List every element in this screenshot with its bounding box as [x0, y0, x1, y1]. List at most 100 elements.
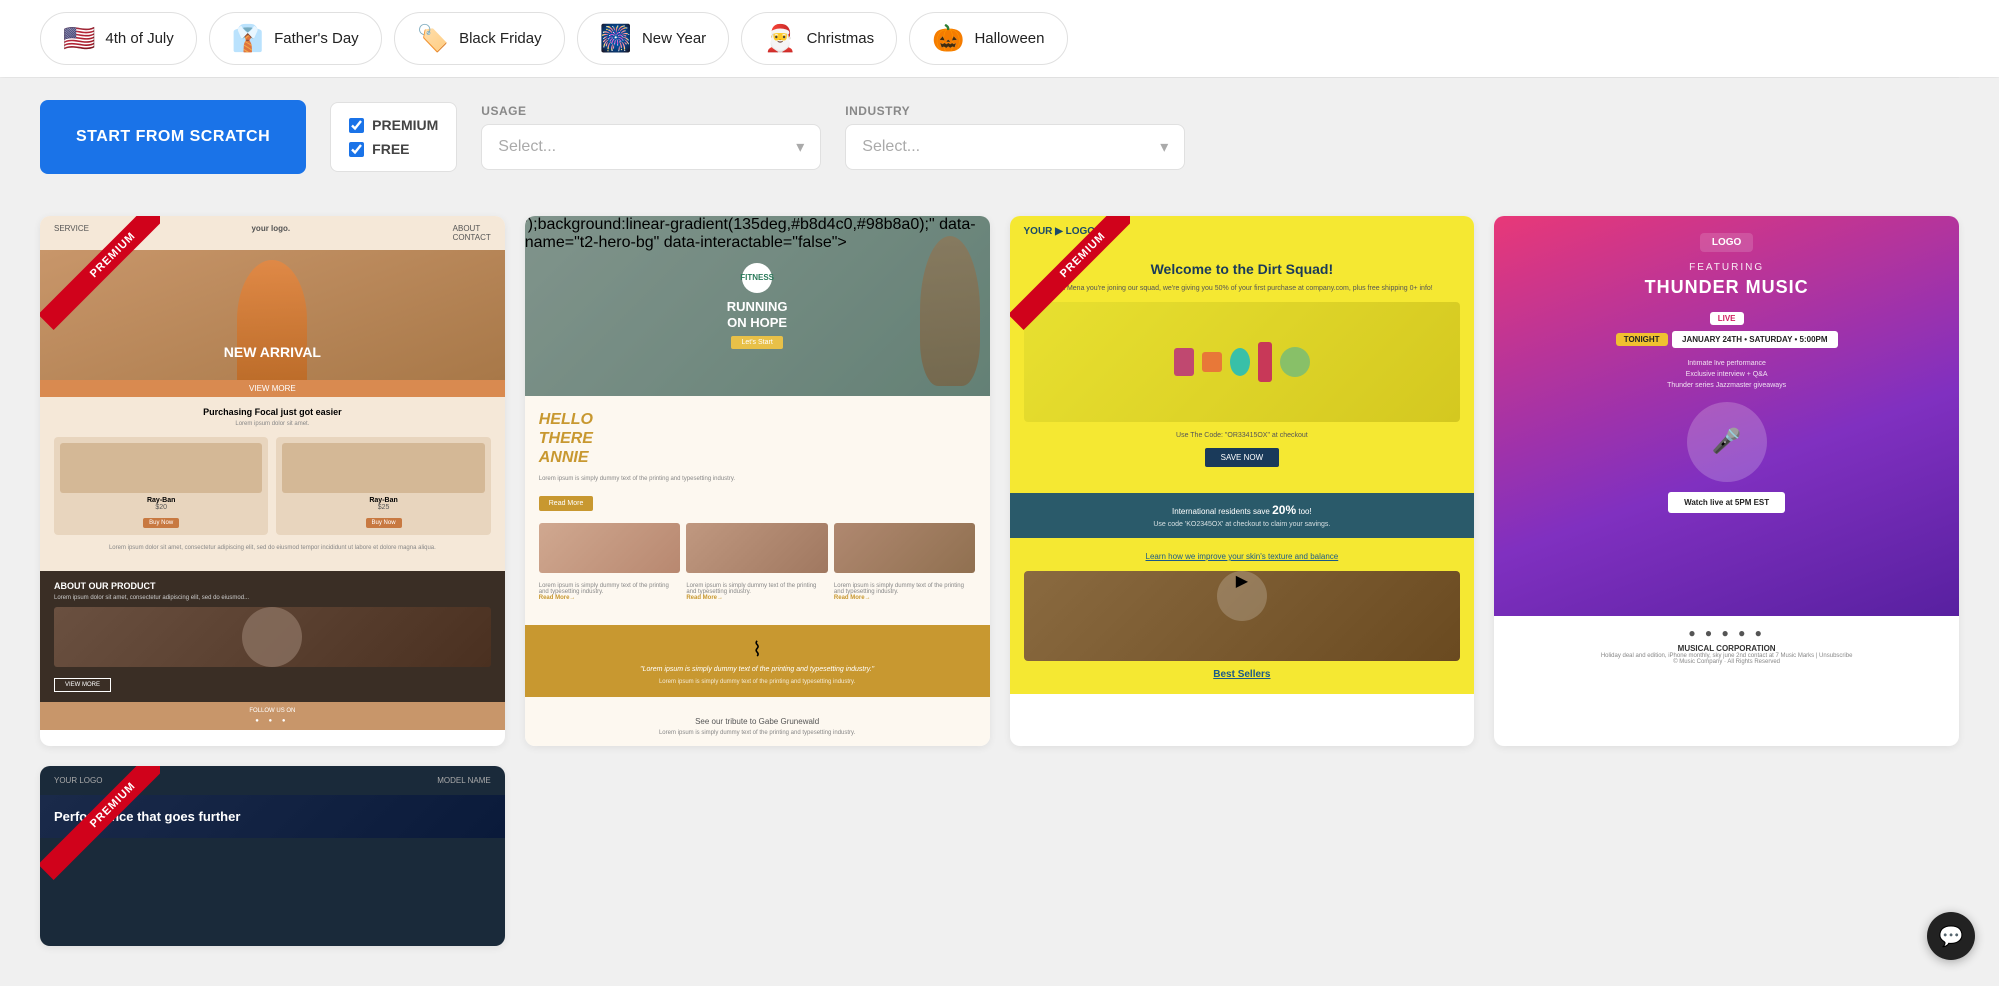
- t2-hero-logo: FITNESS: [742, 263, 772, 293]
- t3-link[interactable]: Learn how we improve your skin's texture…: [1024, 552, 1461, 561]
- free-checkbox[interactable]: [349, 142, 364, 157]
- nav-pill-black-friday[interactable]: 🏷️ Black Friday: [394, 12, 565, 65]
- premium-checkbox-label[interactable]: PREMIUM: [349, 117, 438, 133]
- t1-footer-text: FOLLOW US ON: [46, 708, 499, 714]
- nav-label-fathers-day: Father's Day: [274, 30, 359, 47]
- t3-stripe-sub: Use code 'KO2345OX' at checkout to claim…: [1024, 521, 1461, 528]
- t1-products: Ray-Ban $20 Buy Now Ray-Ban $25 Buy Now: [54, 437, 491, 535]
- t4-social-icons: ● ● ● ● ●: [1504, 626, 1949, 640]
- chat-icon: 💬: [1939, 924, 1964, 949]
- t2-img-3: [834, 523, 976, 573]
- nav-label-new-year: New Year: [642, 30, 706, 47]
- template-card-2[interactable]: ');background:linear-gradient(135deg,#b8…: [525, 216, 990, 746]
- t2-col-2-read[interactable]: Read More→: [686, 595, 828, 601]
- usage-filter-group: USAGE Select... ▾: [481, 104, 821, 170]
- t4-rights: © Music Company · All Rights Reserved: [1504, 659, 1949, 665]
- t2-cols: Lorem ipsum is simply dummy text of the …: [539, 583, 976, 601]
- premium-checkbox[interactable]: [349, 118, 364, 133]
- templates-grid: SERVICE your logo. ABOUTCONTACT NEW ARRI…: [40, 216, 1959, 746]
- nav-icon-black-friday: 🏷️: [417, 23, 449, 54]
- industry-filter-group: INDUSTRY Select... ▾: [845, 104, 1185, 170]
- usage-chevron-icon: ▾: [796, 137, 804, 157]
- filters-bar: START FROM SCRATCH PREMIUM FREE USAGE Se…: [0, 78, 1999, 196]
- nav-pill-4th-july[interactable]: 🇺🇸 4th of July: [40, 12, 197, 65]
- t2-tribute-title: See our tribute to Gabe Grunewald: [539, 717, 976, 726]
- t3-hero: Welcome to the Dirt Squad! As a Mena you…: [1010, 247, 1475, 493]
- t1-product-name-1: Ray-Ban: [60, 497, 262, 504]
- t4-watch-btn[interactable]: Watch live at 5PM EST: [1668, 492, 1785, 513]
- t3-makeup-2: [1202, 352, 1222, 372]
- second-row: YOUR LOGO MODEL NAME Performance that go…: [40, 766, 1959, 946]
- template-card-4[interactable]: LOGO FEATURING THUNDER MUSIC LIVE TONIGH…: [1494, 216, 1959, 746]
- usage-select[interactable]: Select... ▾: [481, 124, 821, 170]
- t3-header: YOUR ▶ LOGO: [1010, 216, 1475, 247]
- template-card-3[interactable]: YOUR ▶ LOGO Welcome to the Dirt Squad! A…: [1010, 216, 1475, 746]
- t3-makeup-5: [1280, 347, 1310, 377]
- t3-save-btn[interactable]: SAVE NOW: [1205, 448, 1280, 467]
- t3-stripe-label: International residents save: [1172, 507, 1270, 516]
- nav-icon-4th-july: 🇺🇸: [63, 23, 95, 54]
- premium-label: PREMIUM: [372, 117, 438, 133]
- free-label: FREE: [372, 141, 409, 157]
- t3-makeup-3: [1230, 348, 1250, 376]
- industry-select[interactable]: Select... ▾: [845, 124, 1185, 170]
- t1-about-img: [54, 607, 491, 667]
- start-scratch-button[interactable]: START FROM SCRATCH: [40, 100, 306, 174]
- nav-label-halloween: Halloween: [974, 30, 1044, 47]
- t4-detail-2: Exclusive interview + Q&A: [1510, 369, 1943, 380]
- industry-label: INDUSTRY: [845, 104, 1185, 118]
- t3-stripe-pct: 20%: [1272, 503, 1296, 517]
- nav-pill-new-year[interactable]: 🎆New Year: [577, 12, 730, 65]
- nav-pill-christmas[interactable]: 🎅Christmas: [741, 12, 897, 65]
- t2-logo-text: FITNESS: [740, 273, 774, 282]
- t3-code: Use The Code: "OR33415OX" at checkout: [1024, 432, 1461, 439]
- t4-footer: ● ● ● ● ● MUSICAL CORPORATION Holiday de…: [1494, 616, 1959, 675]
- t5-model: MODEL NAME: [437, 776, 491, 785]
- t3-stripe-sub-label: too!: [1298, 507, 1311, 516]
- t2-col-3-text: Lorem ipsum is simply dummy text of the …: [834, 583, 976, 595]
- t1-about-person: [242, 607, 302, 667]
- nav-label-4th-july: 4th of July: [105, 30, 173, 47]
- t3-stripe-text: International residents save 20% too!: [1024, 503, 1461, 517]
- chat-widget[interactable]: 💬: [1927, 912, 1975, 960]
- template-1-inner: SERVICE your logo. ABOUTCONTACT NEW ARRI…: [40, 216, 505, 746]
- t2-col-3-read[interactable]: Read More→: [834, 595, 976, 601]
- t5-logo: YOUR LOGO: [54, 776, 102, 785]
- t1-footer: FOLLOW US ON ● ● ●: [40, 702, 505, 730]
- t1-buy-btn-1[interactable]: Buy Now: [143, 518, 179, 528]
- nav-pill-fathers-day[interactable]: 👔 Father's Day: [209, 12, 382, 65]
- t1-header: SERVICE your logo. ABOUTCONTACT: [40, 216, 505, 250]
- t1-hero-btn[interactable]: VIEW MORE: [40, 380, 505, 397]
- t3-title: Welcome to the Dirt Squad!: [1024, 261, 1461, 277]
- t1-about-btn[interactable]: VIEW MORE: [54, 678, 111, 692]
- t5-header: YOUR LOGO MODEL NAME: [40, 766, 505, 795]
- nav-label-black-friday: Black Friday: [459, 30, 542, 47]
- nav-pill-halloween[interactable]: 🎃Halloween: [909, 12, 1067, 65]
- t3-logo: YOUR ▶ LOGO: [1024, 226, 1096, 237]
- usage-placeholder: Select...: [498, 138, 556, 156]
- t3-products-img: [1024, 302, 1461, 422]
- t2-col-1-read[interactable]: Read More→: [539, 595, 681, 601]
- t2-read-more-btn[interactable]: Read More: [539, 496, 594, 511]
- t3-stripe: International residents save 20% too! Us…: [1010, 493, 1475, 538]
- filter-checkboxes: PREMIUM FREE: [330, 102, 457, 172]
- t4-logo-bar: LOGO: [1700, 233, 1753, 252]
- t1-product-name-2: Ray-Ban: [282, 497, 484, 504]
- t2-hello: HELLOTHEREANNIE: [539, 410, 976, 468]
- nav-icon-fathers-day: 👔: [232, 23, 264, 54]
- t1-buy-btn-2[interactable]: Buy Now: [366, 518, 402, 528]
- t2-hero-btn[interactable]: Let's Start: [731, 336, 782, 349]
- free-checkbox-label[interactable]: FREE: [349, 141, 438, 157]
- usage-label: USAGE: [481, 104, 821, 118]
- t1-body: Purchasing Focal just got easier Lorem i…: [40, 397, 505, 571]
- template-card-1[interactable]: SERVICE your logo. ABOUTCONTACT NEW ARRI…: [40, 216, 505, 746]
- nav-icon-christmas: 🎅: [764, 23, 796, 54]
- t1-hero-text: NEW ARRIVAL: [40, 344, 505, 360]
- t1-lorem: Lorem ipsum dolor sit amet.: [54, 421, 491, 427]
- t1-service: SERVICE: [54, 224, 89, 242]
- t4-date-bar: JANUARY 24TH • SATURDAY • 5:00PM: [1672, 331, 1838, 348]
- template-card-5[interactable]: YOUR LOGO MODEL NAME Performance that go…: [40, 766, 505, 946]
- t3-coffee-img: ▶: [1024, 571, 1461, 661]
- t1-product-price-2: $25: [282, 504, 484, 511]
- t1-product-1: Ray-Ban $20 Buy Now: [54, 437, 268, 535]
